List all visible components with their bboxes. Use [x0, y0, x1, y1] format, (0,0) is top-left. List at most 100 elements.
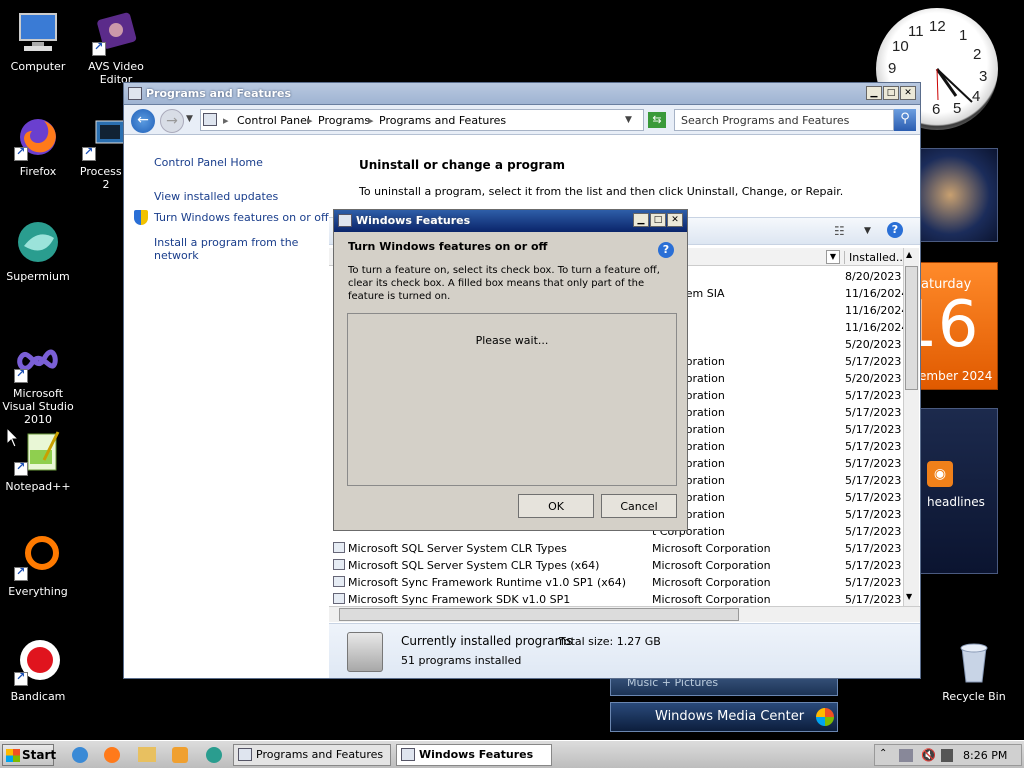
view-installed-updates-link[interactable]: View installed updates [154, 190, 278, 203]
desktop-icon-label: Recycle Bin [942, 690, 1006, 703]
back-button[interactable]: ← [131, 109, 155, 133]
program-installed-date: 5/17/2023 [845, 406, 902, 419]
desktop-icon-label: Bandicam [10, 690, 66, 703]
shortcut-arrow-icon [82, 145, 96, 161]
desktop-icon-label: Everything [8, 585, 68, 598]
volume-muted-icon[interactable]: 🔇 [921, 748, 936, 762]
scroll-thumb[interactable] [339, 608, 739, 621]
scroll-thumb[interactable] [905, 266, 918, 390]
forward-button[interactable]: → [160, 109, 184, 133]
ok-button[interactable]: OK [518, 494, 594, 518]
close-button[interactable]: ✕ [900, 86, 916, 100]
desktop-icon-firefox[interactable]: Firefox [0, 113, 78, 178]
explorer-quicklaunch-icon[interactable] [138, 747, 156, 762]
search-icon[interactable]: ⚲ [894, 109, 916, 131]
program-icon [333, 576, 345, 587]
maximize-button[interactable]: □ [650, 213, 666, 227]
refresh-button[interactable]: ⇆ [648, 112, 666, 128]
table-row[interactable]: Microsoft Sync Framework SDK v1.0 SP1 Mic… [329, 591, 903, 606]
features-tree[interactable]: Please wait... [347, 313, 677, 486]
supermium-icon [14, 218, 62, 266]
program-installed-date: 5/17/2023 [845, 440, 902, 453]
taskbar-button-windows-features[interactable]: Windows Features [396, 744, 552, 766]
scroll-down-icon[interactable]: ▼ [906, 592, 912, 601]
firefox-quicklaunch-icon[interactable] [104, 747, 120, 763]
scroll-up-icon[interactable]: ▲ [906, 250, 912, 259]
desktop-icon-label: Firefox [19, 165, 57, 178]
program-publisher: Microsoft Corporation [652, 559, 771, 572]
control-panel-icon [128, 87, 142, 100]
tray-app-icon[interactable] [941, 749, 953, 762]
table-row[interactable]: Microsoft Sync Framework Runtime v1.0 SP… [329, 574, 903, 591]
desktop-icon-recycle-bin[interactable]: Recycle Bin [934, 638, 1014, 703]
help-icon[interactable]: ? [658, 242, 674, 258]
windows-features-icon [338, 214, 352, 227]
program-icon [333, 542, 345, 553]
vertical-scrollbar[interactable]: ▲ ▼ [903, 248, 919, 606]
minimize-button[interactable]: ▁ [866, 86, 882, 100]
minimize-button[interactable]: ▁ [633, 213, 649, 227]
taskbar-button-label: Windows Features [419, 748, 534, 761]
desktop-icon-computer[interactable]: Computer [0, 8, 78, 73]
visual-studio-icon [14, 335, 62, 383]
calendar-gadget[interactable]: aturday 16 ember 2024 [918, 262, 998, 390]
start-button[interactable]: Start [2, 744, 56, 766]
window-title: Programs and Features [146, 87, 292, 100]
ie-quicklaunch-icon[interactable] [72, 747, 88, 763]
desktop-icon-supermium[interactable]: Supermium [0, 218, 78, 283]
breadcrumb-item[interactable]: Control Panel [237, 114, 310, 127]
help-icon[interactable]: ? [887, 222, 903, 238]
breadcrumb-item[interactable]: Programs [318, 114, 370, 127]
program-installed-date: 5/17/2023 [845, 355, 902, 368]
clock-time[interactable]: 8:26 PM [963, 749, 1007, 762]
slideshow-gadget[interactable] [918, 148, 998, 242]
status-count: 51 programs installed [401, 654, 522, 667]
column-dropdown-icon[interactable]: ▼ [826, 250, 840, 264]
windows-features-dialog[interactable]: Windows Features ▁ □ ✕ Turn Windows feat… [333, 209, 688, 531]
desktop-icon-visual-studio[interactable]: Microsoft Visual Studio 2010 [0, 335, 78, 426]
program-installed-date: 5/17/2023 [845, 593, 902, 606]
feed-gadget[interactable]: ◉ headlines [918, 408, 998, 574]
windows-features-icon [401, 748, 415, 761]
taskbar-button-programs-and-features[interactable]: Programs and Features [233, 744, 391, 766]
close-button[interactable]: ✕ [667, 213, 683, 227]
control-panel-icon [203, 113, 217, 126]
dialog-description: To turn a feature on, select its check b… [348, 265, 660, 302]
program-installed-date: 11/16/2024 [845, 287, 903, 300]
dialog-titlebar[interactable]: Windows Features ▁ □ ✕ [334, 210, 687, 232]
supermium-quicklaunch-icon[interactable] [206, 747, 222, 763]
media-player-quicklaunch-icon[interactable] [172, 747, 188, 763]
breadcrumb[interactable]: ▸ Control Panel ▸ Programs ▸ Programs an… [200, 109, 644, 131]
media-center-gadget[interactable]: Music + Pictures Windows Media Center [610, 670, 838, 732]
status-total-size: Total size: 1.27 GB [559, 635, 661, 648]
everything-icon [14, 533, 62, 581]
shortcut-arrow-icon [14, 460, 28, 476]
desktop-icon-bandicam[interactable]: Bandicam [0, 638, 78, 703]
notepadpp-icon [14, 428, 62, 476]
views-icon[interactable]: ☷ [834, 224, 845, 238]
media-center-label: Windows Media Center [610, 702, 838, 732]
views-dropdown-icon[interactable]: ▼ [864, 226, 871, 236]
address-dropdown-icon[interactable]: ▼ [625, 115, 632, 125]
cancel-button[interactable]: Cancel [601, 494, 677, 518]
program-publisher: Microsoft Corporation [652, 542, 771, 555]
history-dropdown-icon[interactable]: ▼ [186, 114, 193, 124]
column-header-installed[interactable]: Installed... [844, 251, 902, 264]
network-icon[interactable] [899, 749, 913, 762]
horizontal-scrollbar[interactable] [329, 606, 920, 622]
turn-windows-features-link[interactable]: Turn Windows features on or off [154, 211, 329, 224]
desktop-icon-avs-video-editor[interactable]: AVS Video Editor [76, 8, 156, 86]
install-from-network-link[interactable]: Install a program from the network [154, 236, 329, 262]
breadcrumb-item[interactable]: Programs and Features [379, 114, 506, 127]
program-installed-date: 11/16/2024 [845, 321, 903, 334]
table-row[interactable]: Microsoft SQL Server System CLR Types (x… [329, 557, 903, 574]
shortcut-arrow-icon [92, 40, 106, 56]
control-panel-home-link[interactable]: Control Panel Home [154, 156, 263, 169]
program-name: Microsoft Sync Framework Runtime v1.0 SP… [348, 576, 627, 589]
desktop-icon-everything[interactable]: Everything [0, 533, 78, 598]
search-input[interactable]: Search Programs and Features [674, 109, 894, 131]
maximize-button[interactable]: □ [883, 86, 899, 100]
table-row[interactable]: Microsoft SQL Server System CLR Types Mic… [329, 540, 903, 557]
tray-expand-icon[interactable]: ⌃ [879, 748, 887, 759]
window-titlebar[interactable]: Programs and Features ▁ □ ✕ [124, 83, 920, 105]
